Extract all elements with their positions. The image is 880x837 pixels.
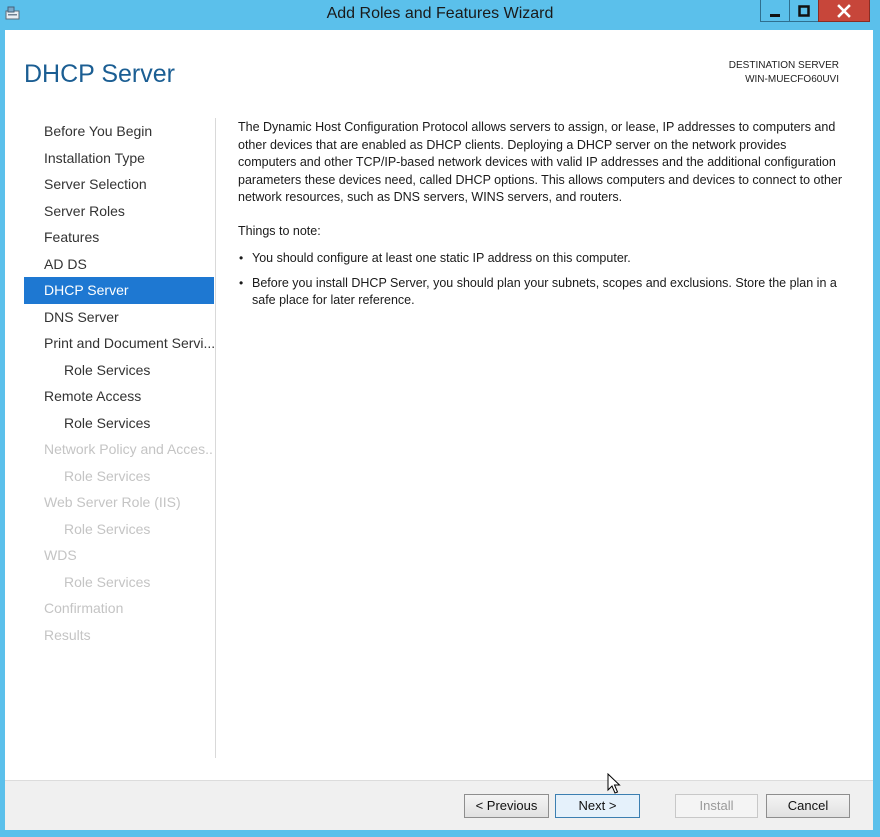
wizard-nav: Before You Begin Installation Type Serve… [24, 118, 214, 648]
nav-item-remote-access-role-services[interactable]: Role Services [24, 410, 214, 437]
minimize-icon [770, 13, 780, 17]
nav-item-features[interactable]: Features [24, 224, 214, 251]
minimize-button[interactable] [760, 0, 790, 22]
destination-server-name: WIN-MUECFO60UVI [745, 74, 839, 85]
nav-item-before-you-begin[interactable]: Before You Begin [24, 118, 214, 145]
nav-item-dhcp-server[interactable]: DHCP Server [24, 277, 214, 304]
wizard-window: Add Roles and Features Wizard DHCP Serve… [0, 0, 880, 837]
note-text: You should configure at least one static… [252, 251, 631, 265]
nav-item-web-server-role: Web Server Role (IIS) [44, 494, 181, 510]
nav-item-server-selection[interactable]: Server Selection [24, 171, 214, 198]
page-title: DHCP Server [24, 60, 175, 88]
nav-item-web-server-role-services: Role Services [64, 520, 151, 537]
nav-item-network-policy-role-services: Role Services [64, 467, 151, 484]
description-text: The Dynamic Host Configuration Protocol … [238, 120, 843, 204]
bullet-icon: • [239, 251, 244, 265]
nav-divider [215, 118, 216, 758]
list-item: • Before you install DHCP Server, you sho… [238, 275, 848, 310]
nav-item-wds-role-services: Role Services [64, 573, 151, 590]
close-icon [837, 3, 851, 18]
nav-item-remote-access[interactable]: Remote Access [24, 383, 214, 410]
cancel-button[interactable]: Cancel [766, 794, 850, 818]
main-panel: The Dynamic Host Configuration Protocol … [238, 119, 848, 317]
nav-item-installation-type[interactable]: Installation Type [24, 145, 214, 172]
note-text: Before you install DHCP Server, you shou… [252, 275, 837, 308]
nav-item-network-policy: Network Policy and Acces... [44, 441, 214, 457]
nav-item-server-roles[interactable]: Server Roles [24, 198, 214, 225]
notes-list: • You should configure at least one stati… [238, 250, 848, 310]
wizard-content: DHCP Server DESTINATION SERVER WIN-MUECF… [5, 30, 873, 830]
nav-item-results: Results [44, 626, 91, 643]
nav-item-confirmation: Confirmation [44, 600, 124, 616]
bullet-icon: • [239, 275, 244, 290]
maximize-button[interactable] [789, 0, 819, 22]
install-button: Install [675, 794, 758, 818]
nav-item-print-role-services[interactable]: Role Services [24, 357, 214, 384]
title-bar[interactable]: Add Roles and Features Wizard [0, 0, 880, 30]
previous-button[interactable]: < Previous [464, 794, 549, 818]
button-bar: < Previous Next > Install Cancel [5, 780, 873, 830]
window-title: Add Roles and Features Wizard [326, 5, 554, 22]
nav-item-print-and-document-services[interactable]: Print and Document Servi... [24, 330, 214, 357]
maximize-icon [798, 4, 810, 17]
close-button[interactable] [818, 0, 870, 22]
list-item: • You should configure at least one stati… [238, 250, 848, 268]
nav-item-ad-ds[interactable]: AD DS [24, 251, 214, 278]
destination-server-label: DESTINATION SERVER [728, 60, 839, 71]
nav-item-wds: WDS [44, 547, 77, 563]
nav-item-dns-server[interactable]: DNS Server [24, 304, 214, 331]
destination-server-info: DESTINATION SERVER WIN-MUECFO60UVI [729, 59, 839, 87]
notes-heading: Things to note: [238, 223, 321, 238]
next-button[interactable]: Next > [555, 794, 640, 818]
